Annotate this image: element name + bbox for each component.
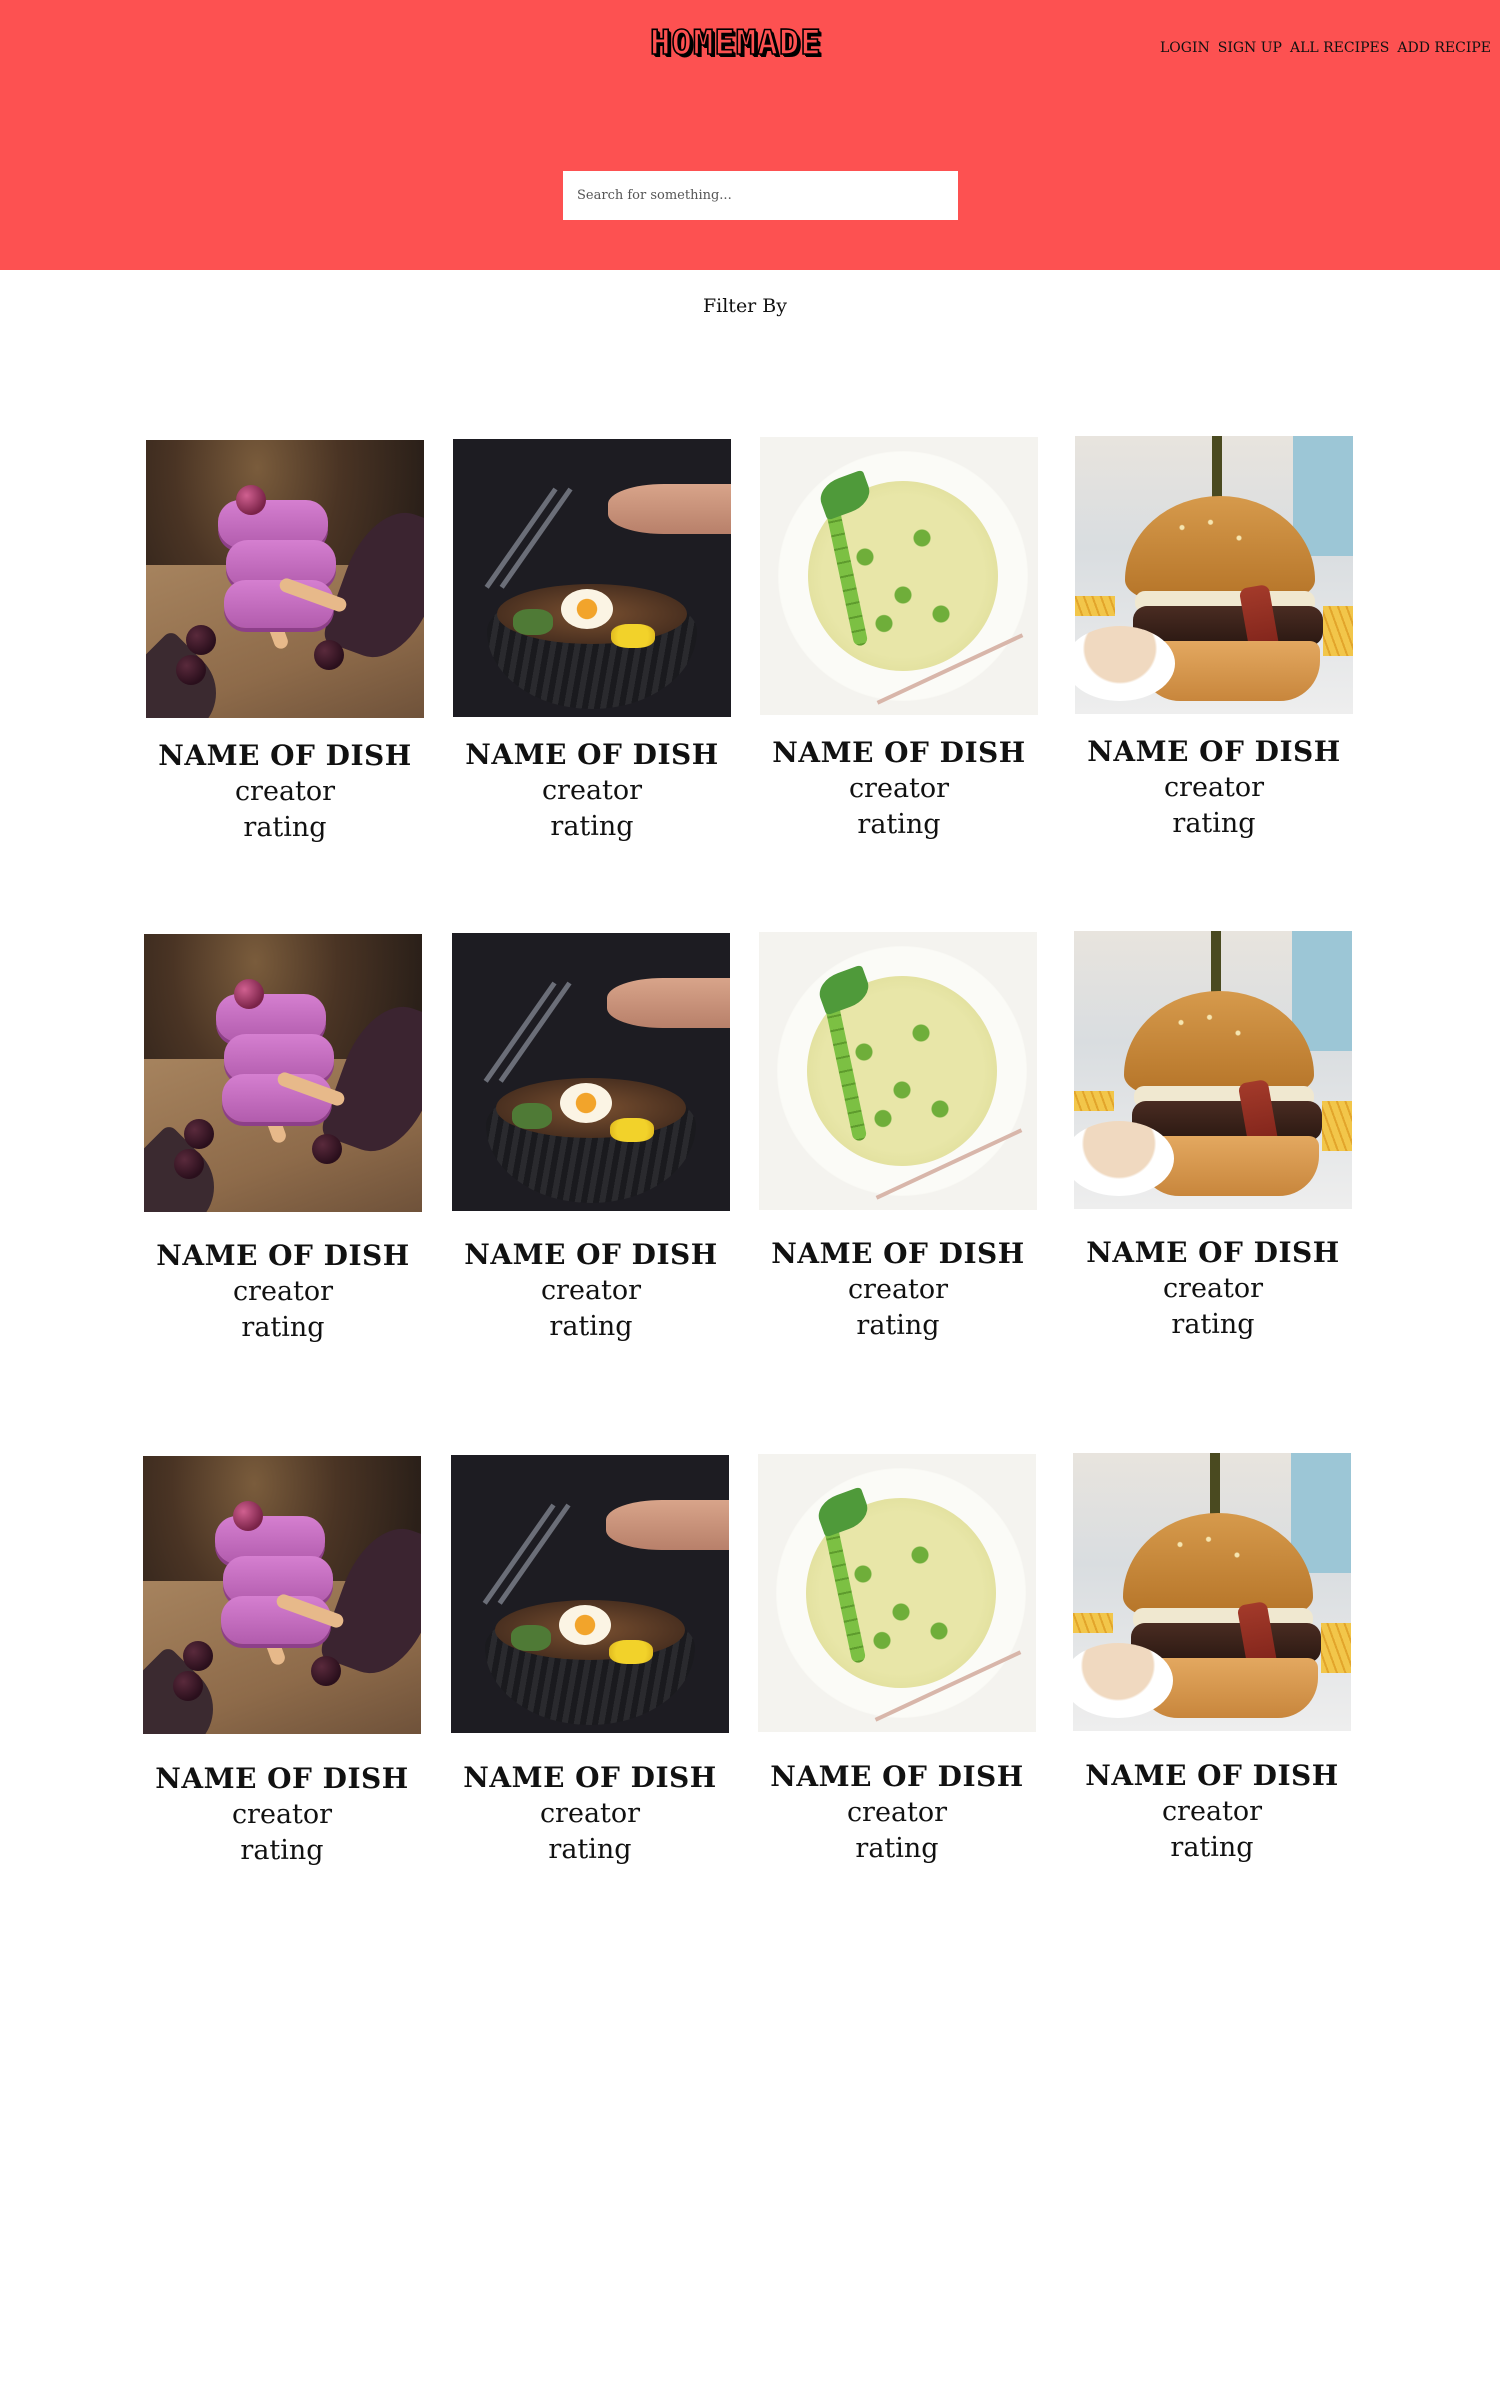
recipe-card: NAME OF DISH creator rating	[760, 437, 1038, 843]
dish-rating: rating	[549, 1311, 633, 1342]
recipe-image-ramen[interactable]	[451, 1455, 729, 1733]
recipe-image-burger[interactable]	[1074, 931, 1352, 1209]
dish-creator: creator	[540, 1275, 642, 1306]
dish-rating: rating	[548, 1834, 632, 1865]
recipe-card: NAME OF DISH creator rating	[451, 1455, 729, 1868]
recipe-card: NAME OF DISH creator rating	[1074, 931, 1352, 1343]
recipe-card: NAME OF DISH creator rating	[758, 1454, 1036, 1867]
dish-rating: rating	[1170, 1832, 1254, 1863]
dish-creator: creator	[848, 773, 950, 804]
recipe-image-pasta[interactable]	[759, 932, 1037, 1210]
dish-name[interactable]: NAME OF DISH	[146, 738, 424, 774]
recipe-card: NAME OF DISH creator rating	[146, 440, 424, 846]
dish-name[interactable]: NAME OF DISH	[144, 1238, 422, 1274]
nav-login-link[interactable]: LOGIN	[1160, 38, 1210, 58]
recipe-card: NAME OF DISH creator rating	[143, 1456, 421, 1869]
recipe-image-popsicles[interactable]	[143, 1456, 421, 1734]
recipe-card: NAME OF DISH creator rating	[452, 933, 730, 1345]
dish-rating: rating	[857, 809, 941, 840]
dish-rating: rating	[856, 1310, 940, 1341]
dish-rating: rating	[1172, 808, 1256, 839]
dish-creator: creator	[1162, 1273, 1264, 1304]
nav-all-recipes-link[interactable]: ALL RECIPES	[1290, 38, 1389, 58]
dish-creator: creator	[231, 1799, 333, 1830]
dish-name[interactable]: NAME OF DISH	[452, 1237, 730, 1273]
dish-name[interactable]: NAME OF DISH	[1075, 734, 1353, 770]
dish-rating: rating	[855, 1833, 939, 1864]
recipe-card: NAME OF DISH creator rating	[1073, 1453, 1351, 1866]
dish-name[interactable]: NAME OF DISH	[451, 1760, 729, 1796]
dish-rating: rating	[240, 1835, 324, 1866]
dish-name[interactable]: NAME OF DISH	[1074, 1235, 1352, 1271]
recipe-card: NAME OF DISH creator rating	[759, 932, 1037, 1344]
dish-name[interactable]: NAME OF DISH	[453, 737, 731, 773]
site-header: HOMEMADE LOGIN SIGN UP ALL RECIPES ADD R…	[0, 0, 1500, 270]
dish-creator: creator	[541, 775, 643, 806]
site-logo[interactable]: HOMEMADE	[649, 22, 850, 64]
recipe-card: NAME OF DISH creator rating	[144, 934, 422, 1346]
recipe-image-pasta[interactable]	[758, 1454, 1036, 1732]
dish-creator: creator	[232, 1276, 334, 1307]
dish-rating: rating	[550, 811, 634, 842]
dish-name[interactable]: NAME OF DISH	[143, 1761, 421, 1797]
recipe-card: NAME OF DISH creator rating	[1075, 436, 1353, 842]
dish-rating: rating	[243, 812, 327, 843]
filter-by-toggle[interactable]: Filter By	[0, 295, 1490, 317]
dish-rating: rating	[241, 1312, 325, 1343]
dish-creator: creator	[234, 776, 336, 807]
search-input[interactable]	[563, 171, 958, 220]
recipe-image-popsicles[interactable]	[146, 440, 424, 718]
dish-name[interactable]: NAME OF DISH	[759, 1236, 1037, 1272]
top-nav: LOGIN SIGN UP ALL RECIPES ADD RECIPE	[1160, 38, 1491, 58]
nav-signup-link[interactable]: SIGN UP	[1218, 38, 1282, 58]
nav-add-recipe-link[interactable]: ADD RECIPE	[1397, 38, 1491, 58]
dish-name[interactable]: NAME OF DISH	[758, 1759, 1036, 1795]
dish-creator: creator	[1163, 772, 1265, 803]
recipe-image-burger[interactable]	[1075, 436, 1353, 714]
dish-creator: creator	[847, 1274, 949, 1305]
dish-creator: creator	[539, 1798, 641, 1829]
recipe-image-ramen[interactable]	[453, 439, 731, 717]
recipe-image-burger[interactable]	[1073, 1453, 1351, 1731]
recipe-image-pasta[interactable]	[760, 437, 1038, 715]
dish-rating: rating	[1171, 1309, 1255, 1340]
recipe-card: NAME OF DISH creator rating	[453, 439, 731, 845]
dish-name[interactable]: NAME OF DISH	[1073, 1758, 1351, 1794]
recipe-image-ramen[interactable]	[452, 933, 730, 1211]
dish-name[interactable]: NAME OF DISH	[760, 735, 1038, 771]
dish-creator: creator	[1161, 1796, 1263, 1827]
dish-creator: creator	[846, 1797, 948, 1828]
recipe-image-popsicles[interactable]	[144, 934, 422, 1212]
